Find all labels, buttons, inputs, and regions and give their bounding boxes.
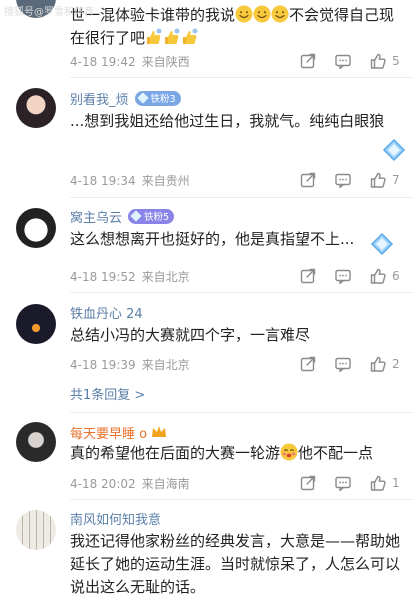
comment-text: 世一混体验卡谁带的我说 不会觉得自己现在很行了吧 [70, 5, 395, 47]
like-icon[interactable] [370, 53, 386, 69]
comment-date: 4-18 19:42 [70, 55, 136, 69]
comment-item: 每天要早睡 o 真的希望他在后面的大赛一轮游 他不配一点 4-18 20:02 来自… [0, 418, 414, 498]
username[interactable]: 窝主乌云 [70, 207, 122, 226]
username[interactable]: 别看我_烦 [70, 89, 129, 108]
comment-item: 铁血丹心 24 总结小冯的大赛就四个字，一言难尽 4-18 19:39 来自北京 … [0, 298, 414, 410]
like-count: 5 [392, 54, 400, 68]
comment-item: 南风如何知我意 我还记得他家粉丝的经典发言，大意是——帮助她延长了她的运动生涯。… [0, 504, 414, 600]
comment-text: ...想到我姐还给他过生日，我就气。纯纯白眼狼 [70, 112, 385, 130]
like-count: 2 [392, 357, 400, 371]
avatar[interactable] [16, 208, 56, 248]
comment-date: 4-18 19:39 [70, 358, 136, 372]
comment-meta: 4-18 19:39 来自北京 [70, 356, 190, 373]
thumbs-emoji [165, 28, 180, 44]
like-count: 7 [392, 173, 400, 187]
like-count: 6 [392, 269, 400, 283]
diamond-sticker [371, 233, 393, 255]
divider [70, 412, 414, 413]
comment-text: 这么想想离开也挺好的，他是真指望不上... [70, 230, 355, 248]
comment-date: 4-18 19:52 [70, 270, 136, 284]
crown-icon [152, 426, 167, 437]
comment-icon[interactable] [335, 356, 351, 372]
username[interactable]: 铁血丹心 24 [70, 303, 143, 322]
like-count: 1 [392, 476, 400, 490]
thumbs-emoji [183, 28, 198, 44]
share-icon[interactable] [300, 475, 316, 491]
share-icon[interactable] [300, 53, 316, 69]
comment-meta: 4-18 19:42 来自陕西 [70, 53, 190, 70]
comment-location: 来自北京 [141, 358, 190, 372]
comment-text: 总结小冯的大赛就四个字，一言难尽 [70, 326, 311, 344]
like-icon[interactable] [370, 268, 386, 284]
comment-location: 来自贵州 [141, 174, 190, 188]
username[interactable]: 南风如何知我意 [70, 509, 161, 528]
comment-text: 我还记得他家粉丝的经典发言，大意是——帮助她延长了她的运动生涯。当时就惊呆了，人… [70, 532, 401, 596]
avatar[interactable] [16, 422, 56, 462]
comment-icon[interactable] [335, 172, 351, 188]
comment-item: 别看我_烦 铁粉3 ...想到我姐还给他过生日，我就气。纯纯白眼狼 4-18 1… [0, 82, 414, 197]
smile-emoji [271, 5, 290, 23]
smile-emoji [235, 5, 254, 23]
username[interactable]: 每天要早睡 o [70, 423, 147, 442]
like-icon[interactable] [370, 172, 386, 188]
divider [70, 77, 414, 78]
smile-emoji [253, 5, 272, 23]
share-icon[interactable] [300, 172, 316, 188]
thumbs-emoji [147, 28, 162, 44]
comment-item: 窝主乌云 铁粉5 这么想想离开也挺好的，他是真指望不上... 4-18 19:5… [0, 202, 414, 292]
like-icon[interactable] [370, 475, 386, 491]
blush-emoji [280, 443, 299, 461]
comment-icon[interactable] [335, 268, 351, 284]
fan-badge: 铁粉5 [128, 208, 175, 224]
comment-text: 真的希望他在后面的大赛一轮游 他不配一点 [70, 443, 374, 462]
comment-icon[interactable] [335, 475, 351, 491]
like-icon[interactable] [370, 356, 386, 372]
comment-meta: 4-18 19:52 来自北京 [70, 268, 190, 285]
comment-meta: 4-18 19:34 来自贵州 [70, 172, 190, 189]
comment-icon[interactable] [335, 53, 351, 69]
watermark: 搜狐号@罗雪和体育 [4, 7, 94, 18]
share-icon[interactable] [300, 268, 316, 284]
share-icon[interactable] [300, 356, 316, 372]
comment-date: 4-18 19:34 [70, 174, 136, 188]
avatar[interactable] [16, 304, 56, 344]
comment-location: 来自北京 [141, 270, 190, 284]
divider [70, 292, 414, 293]
fan-badge: 铁粉3 [134, 90, 181, 106]
comment-location: 来自陕西 [141, 55, 190, 69]
avatar[interactable] [16, 510, 56, 550]
divider [70, 197, 414, 198]
comment-location: 来自海南 [141, 477, 190, 491]
diamond-sticker [383, 139, 405, 161]
divider [70, 499, 414, 500]
comment-date: 4-18 20:02 [70, 477, 136, 491]
comment-meta: 4-18 20:02 来自海南 [70, 475, 190, 492]
view-replies-link[interactable]: 共1条回复 > [70, 384, 145, 403]
avatar[interactable] [16, 88, 56, 128]
